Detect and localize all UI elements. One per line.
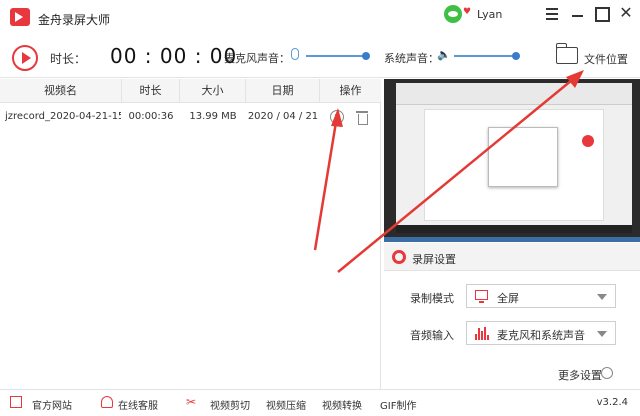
maximize-icon[interactable] [590,4,614,24]
row-duration: 00:00:36 [128,111,174,122]
recordings-table: 视频名 时长 大小 日期 操作 jzrecord_2020-04-21-15..… [0,79,381,389]
customer-service-icon [101,396,113,408]
col-name[interactable]: 视频名 [0,79,122,103]
chevron-down-icon [597,294,607,300]
wechat-icon[interactable] [444,5,462,23]
close-icon[interactable]: ✕ [614,4,638,24]
user-name[interactable]: Lyan [477,8,502,21]
video-compress-link[interactable]: 视频压缩 [266,397,306,412]
record-button[interactable] [12,45,38,71]
audio-wave-icon [475,327,489,340]
footer: 官方网站 在线客服 ✂ 视频剪切 视频压缩 视频转换 GIF制作 v3.2.4 [0,389,640,416]
more-settings-link[interactable]: 更多设置 [558,367,602,383]
system-slider-handle[interactable] [512,52,520,60]
version-label: v3.2.4 [596,397,628,408]
row-size: 13.99 MB [189,111,237,122]
duration-label: 时长： [50,52,87,66]
gear-icon [392,250,406,264]
trash-icon[interactable] [356,110,368,125]
monitor-site-icon [10,396,22,408]
video-cut-link[interactable]: 视频剪切 [210,397,250,412]
file-location-button[interactable]: 文件位置 [556,43,636,70]
row-date: 2020 / 04 / 21 [247,111,319,122]
gif-maker-link[interactable]: GIF制作 [380,397,416,412]
col-duration[interactable]: 时长 [122,79,180,103]
row-name: jzrecord_2020-04-21-15... [5,111,121,122]
settings-title: 录屏设置 [412,253,456,266]
official-site-link[interactable]: 官方网站 [32,397,72,412]
mic-label: 麦克风声音： [224,52,290,65]
audio-input-value: 麦克风和系统声音 [497,329,585,342]
table-header: 视频名 时长 大小 日期 操作 [0,79,381,103]
chevron-down-icon [597,331,607,337]
online-service-link[interactable]: 在线客服 [118,397,158,412]
record-mode-label: 录制模式 [410,292,454,305]
audio-input-select[interactable]: 麦克风和系统声音 [466,321,616,345]
col-actions: 操作 [339,84,362,97]
file-location-label: 文件位置 [584,53,628,66]
title-bar: 金舟录屏大师 ♥ Lyan ✕ [0,0,640,34]
system-volume-slider[interactable] [454,55,516,57]
col-size[interactable]: 大小 [180,79,246,103]
record-mode-select[interactable]: 全屏 [466,284,616,308]
folder-icon [556,43,578,64]
speaker-icon: 🔈 [437,48,451,61]
audio-input-label: 音频输入 [410,329,454,342]
menu-icon[interactable] [541,4,565,24]
settings-header: 录屏设置 [384,243,640,271]
play-icon[interactable] [330,110,344,124]
microphone-icon [291,48,299,60]
record-mode-value: 全屏 [497,292,519,305]
toolbar: 时长： 00 : 00 : 00 麦克风声音： 系统声音： 🔈 文件位置 [0,34,640,78]
video-convert-link[interactable]: 视频转换 [322,397,362,412]
table-row[interactable]: jzrecord_2020-04-21-15... 00:00:36 13.99… [0,104,381,130]
minimize-icon[interactable] [566,4,590,24]
tools-icon: ✂ [186,395,197,409]
app-title: 金舟录屏大师 [38,13,111,27]
mic-volume-slider[interactable] [306,55,366,57]
mic-slider-handle[interactable] [362,52,370,60]
app-logo-icon [10,8,30,26]
vip-heart-icon: ♥ [462,7,472,17]
timer: 00 : 00 : 00 [110,44,238,68]
preview-screen [396,83,632,233]
screen-preview [384,79,640,242]
settings-circle-icon[interactable] [601,367,613,379]
system-sound-label: 系统声音： [384,52,439,65]
monitor-icon [475,290,488,303]
col-date[interactable]: 日期 [246,79,320,103]
